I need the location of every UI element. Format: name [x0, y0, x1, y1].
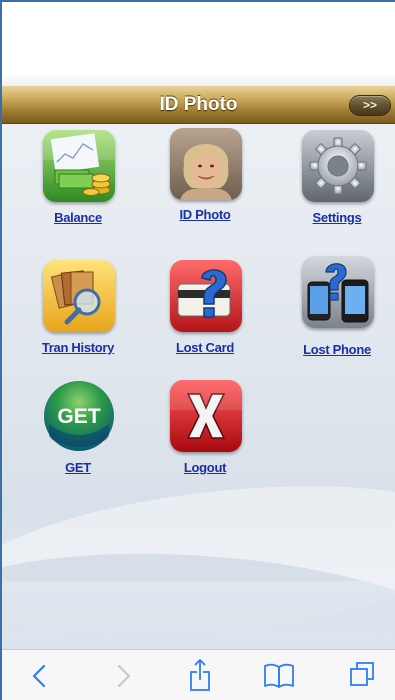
get-logo-text: GET: [57, 405, 100, 428]
top-fade: [2, 74, 395, 86]
balance-icon[interactable]: [43, 130, 115, 202]
background-wave: [2, 581, 395, 649]
tran-history-icon[interactable]: [43, 260, 115, 332]
settings-link[interactable]: Settings: [282, 210, 392, 225]
app-content: ID Photo >> Balance ID Photo Settings Tr…: [2, 86, 395, 649]
gear-icon[interactable]: [302, 130, 374, 202]
id-photo-link[interactable]: ID Photo: [150, 207, 260, 222]
title-bar: ID Photo >>: [2, 86, 395, 124]
lost-phone-icon[interactable]: [302, 256, 374, 328]
lost-phone-link[interactable]: Lost Phone: [282, 342, 392, 357]
balance-link[interactable]: Balance: [23, 210, 133, 225]
logout-x-icon[interactable]: [170, 380, 242, 452]
tran-history-link[interactable]: Tran History: [23, 340, 133, 355]
back-chevron-icon[interactable]: [16, 650, 66, 700]
tabs-icon[interactable]: [337, 650, 387, 700]
next-button[interactable]: >>: [349, 95, 391, 116]
bookmarks-icon[interactable]: [254, 650, 304, 700]
page-title: ID Photo: [159, 94, 238, 115]
get-logo-icon[interactable]: GET: [43, 380, 115, 452]
id-photo-icon[interactable]: [170, 128, 242, 200]
logout-link[interactable]: Logout: [150, 460, 260, 475]
get-link[interactable]: GET: [23, 460, 133, 475]
browser-toolbar: [2, 649, 395, 700]
lost-card-link[interactable]: Lost Card: [150, 340, 260, 355]
share-icon[interactable]: [175, 650, 225, 700]
lost-card-icon[interactable]: [170, 260, 242, 332]
forward-chevron-icon[interactable]: [97, 650, 147, 700]
